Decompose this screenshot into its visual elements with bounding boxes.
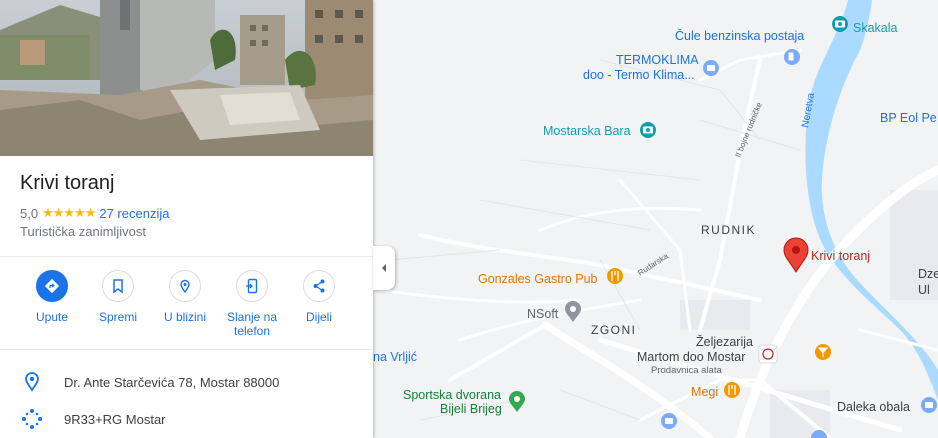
plus-code-row[interactable]: 9R33+RG Mostar bbox=[0, 403, 373, 435]
rating-row: 5,0 ★★★★★ 27 recenzija bbox=[20, 205, 169, 221]
plus-code-text: 9R33+RG Mostar bbox=[64, 411, 166, 427]
poi-gas-station[interactable] bbox=[784, 49, 800, 65]
label-mostarska-bara[interactable]: Mostarska Bara bbox=[543, 124, 631, 138]
poi-skakala-camera-icon[interactable] bbox=[832, 16, 848, 32]
label-nsoft[interactable]: NSoft bbox=[527, 307, 559, 321]
label-bp-eol[interactable]: BP Eol Pe bbox=[880, 111, 937, 125]
rating-stars-icon: ★★★★★ bbox=[42, 205, 96, 220]
label-sportska-1[interactable]: Sportska dvorana bbox=[403, 388, 501, 402]
share-label: Dijeli bbox=[305, 310, 332, 324]
poi-gonzales-restaurant-icon[interactable] bbox=[607, 268, 623, 284]
directions-button[interactable]: Upute bbox=[17, 270, 87, 324]
directions-icon bbox=[44, 278, 60, 294]
label-termoklima-2[interactable]: doo - Termo Klima... bbox=[583, 68, 695, 82]
label-martom[interactable]: Martom doo Mostar bbox=[637, 350, 745, 364]
divider bbox=[0, 349, 373, 350]
share-button[interactable]: Dijeli bbox=[284, 270, 354, 324]
send-to-phone-label-line1: Slanje na bbox=[226, 310, 278, 324]
share-icon bbox=[313, 279, 325, 293]
label-sportska-2[interactable]: Bijeli Brijeg bbox=[440, 402, 502, 416]
address-row[interactable]: Dr. Ante Starčevića 78, Mostar 88000 bbox=[0, 366, 373, 398]
label-krivi-toranj[interactable]: Krivi toranj bbox=[811, 249, 870, 263]
reviews-link[interactable]: 27 recenzija bbox=[99, 206, 169, 221]
rating-value: 5,0 bbox=[20, 205, 39, 221]
send-to-phone-button[interactable]: Slanje na telefon bbox=[217, 270, 287, 338]
send-to-phone-icon bbox=[246, 278, 258, 294]
nearby-icon bbox=[180, 279, 190, 294]
poi-termoklima-shop-icon[interactable] bbox=[703, 60, 719, 76]
label-zgoni: ZGONI bbox=[591, 323, 637, 337]
nearby-label: U blizini bbox=[163, 310, 206, 324]
plus-code-icon bbox=[22, 409, 42, 429]
label-zeljezarija[interactable]: Željezarija bbox=[696, 334, 753, 349]
poi-bar-icon[interactable] bbox=[815, 344, 831, 360]
label-megi[interactable]: Megi bbox=[691, 385, 718, 399]
label-rudnik: RUDNIK bbox=[701, 223, 756, 237]
save-label: Spremi bbox=[98, 310, 137, 324]
location-pin-icon bbox=[25, 372, 39, 392]
bookmark-icon bbox=[113, 279, 123, 294]
chevron-left-icon bbox=[382, 264, 386, 272]
poi-megi-restaurant-icon[interactable] bbox=[724, 382, 740, 398]
place-panel: Krivi toranj 5,0 ★★★★★ 27 recenzija Turi… bbox=[0, 0, 373, 438]
place-title: Krivi toranj bbox=[20, 172, 115, 194]
label-dze: Dze bbox=[918, 267, 938, 281]
label-termoklima-1[interactable]: TERMOKLIMA bbox=[616, 53, 699, 67]
divider bbox=[0, 256, 373, 257]
poi-daleka-shop-icon[interactable] bbox=[921, 397, 937, 413]
poi-mostarska-bara-camera-icon[interactable] bbox=[640, 122, 656, 138]
place-photo[interactable] bbox=[0, 0, 373, 156]
label-skakala[interactable]: Skakala bbox=[853, 21, 898, 35]
save-button[interactable]: Spremi bbox=[83, 270, 153, 324]
label-daleka[interactable]: Daleka obala bbox=[837, 400, 910, 414]
nearby-button[interactable]: U blizini bbox=[150, 270, 220, 324]
label-gonzales[interactable]: Gonzales Gastro Pub bbox=[478, 272, 598, 286]
label-vrljic[interactable]: na Vrljić bbox=[373, 350, 417, 364]
directions-label: Upute bbox=[35, 310, 69, 324]
label-ul: Ul bbox=[918, 283, 930, 297]
address-text: Dr. Ante Starčevića 78, Mostar 88000 bbox=[64, 374, 280, 390]
collapse-panel-button[interactable] bbox=[373, 246, 395, 290]
label-prodavnica: Prodavnica alata bbox=[651, 365, 722, 376]
send-to-phone-label: Slanje na telefon bbox=[217, 310, 287, 338]
poi-martom-shop-icon[interactable] bbox=[758, 344, 778, 364]
label-cule[interactable]: Čule benzinska postaja bbox=[675, 28, 804, 43]
send-to-phone-label-line2: telefon bbox=[233, 324, 271, 338]
place-category[interactable]: Turistička zanimljivost bbox=[20, 224, 146, 239]
poi-bottom-shop-icon[interactable] bbox=[661, 413, 677, 429]
